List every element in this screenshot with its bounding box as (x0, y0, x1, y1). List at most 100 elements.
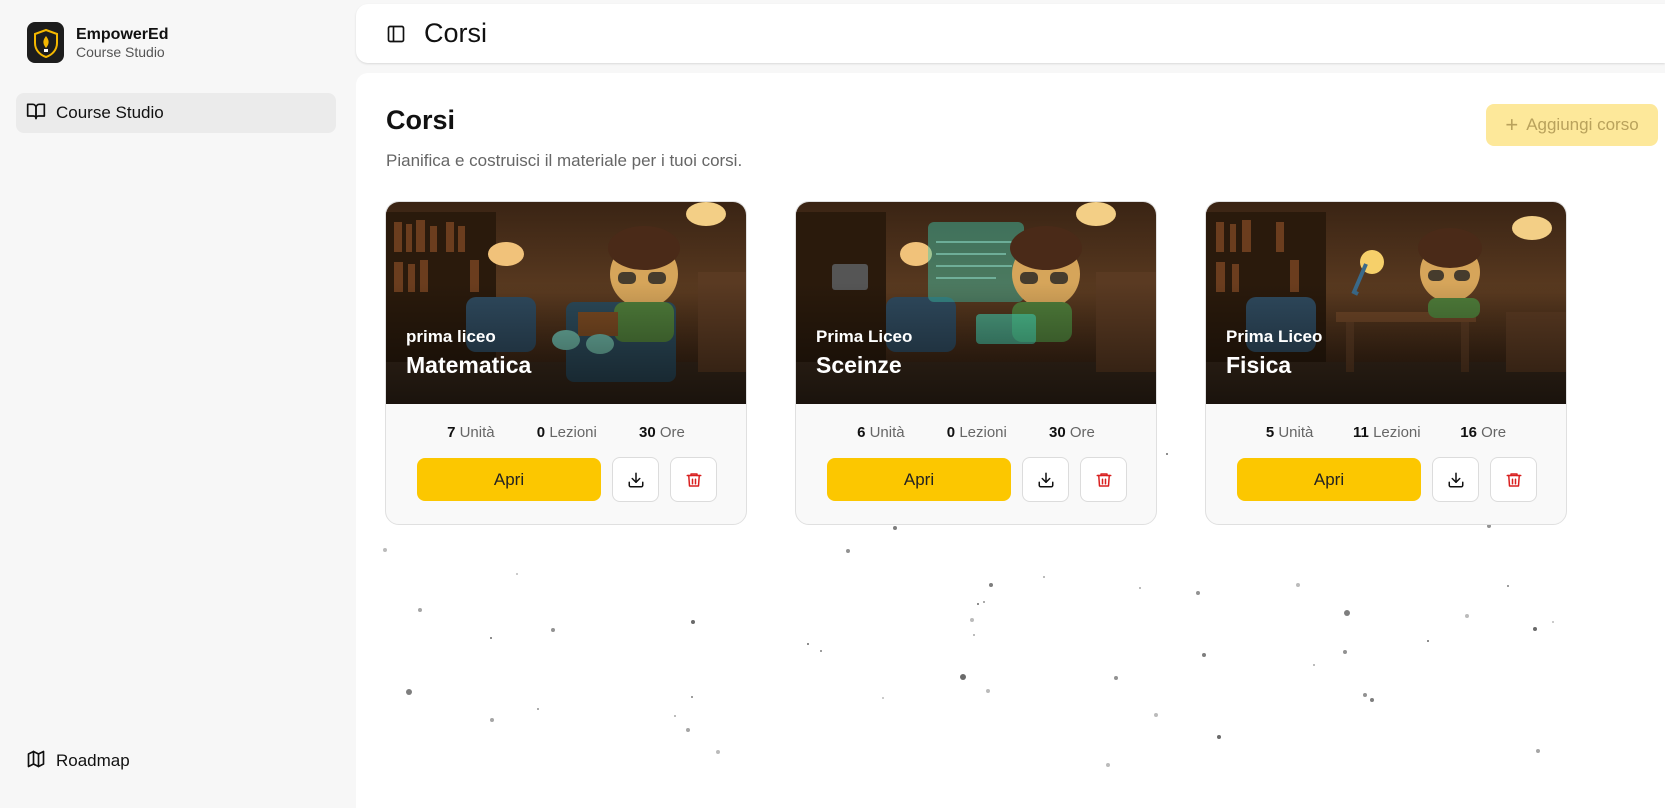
background-dot (1344, 610, 1350, 616)
background-dot (807, 643, 809, 645)
lessons-stat: 0 Lezioni (946, 424, 1007, 441)
course-stats: 5 Unità 11 Lezioni 16 Ore (1206, 424, 1566, 441)
background-dot (1043, 576, 1045, 578)
download-button[interactable] (1022, 457, 1069, 502)
background-dot (893, 526, 897, 530)
background-dot (1427, 640, 1429, 642)
hours-stat: 30 Ore (639, 424, 685, 441)
download-button[interactable] (612, 457, 659, 502)
open-course-button[interactable]: Apri (827, 458, 1011, 501)
background-dot (516, 573, 518, 575)
background-dot (716, 750, 720, 754)
delete-button[interactable] (1490, 457, 1537, 502)
open-course-button[interactable]: Apri (417, 458, 601, 501)
background-dot (970, 618, 974, 622)
background-dot (691, 620, 695, 624)
background-dot (960, 674, 966, 680)
course-image: Prima Liceo Sceinze (796, 202, 1156, 404)
background-dot (1139, 587, 1141, 589)
course-card: Prima Liceo Fisica 5 Unità 11 Lezioni 16… (1205, 201, 1567, 525)
background-dot (1465, 614, 1469, 618)
background-dot (977, 603, 979, 605)
sidebar-item-roadmap[interactable]: Roadmap (16, 741, 336, 781)
add-course-button[interactable]: + Aggiungi corso (1486, 104, 1658, 146)
plus-icon: + (1505, 112, 1519, 137)
course-card: prima liceo Matematica 7 Unità 0 Lezioni… (385, 201, 747, 525)
download-icon (628, 472, 643, 487)
trash-icon (1096, 472, 1111, 487)
logo-icon (27, 22, 64, 63)
brand-name: EmpowerEd (76, 25, 169, 43)
background-dot (983, 601, 985, 603)
course-stats: 7 Unità 0 Lezioni 30 Ore (386, 424, 746, 441)
sidebar-item-label: Course Studio (56, 103, 164, 122)
background-dot (846, 549, 850, 553)
course-subtitle: Prima Liceo (816, 327, 913, 346)
background-dot (1370, 698, 1374, 702)
background-dot (686, 728, 690, 732)
download-button[interactable] (1432, 457, 1479, 502)
units-stat: 5 Unità (1265, 424, 1314, 441)
sidebar-toggle-button[interactable] (384, 22, 408, 46)
background-dot (1106, 763, 1110, 767)
background-dot (1196, 591, 1200, 595)
delete-button[interactable] (670, 457, 717, 502)
sidebar: EmpowerEd Course Studio Course Studio Ro… (0, 0, 356, 808)
background-dot (537, 708, 539, 710)
top-header: Corsi (356, 4, 1665, 63)
background-dot (1296, 583, 1300, 587)
book-open-icon (26, 101, 46, 126)
background-dot (1202, 653, 1206, 657)
course-image: Prima Liceo Fisica (1206, 202, 1566, 404)
background-dot (490, 637, 492, 639)
units-stat: 7 Unità (447, 424, 495, 441)
course-title: Sceinze (816, 352, 902, 378)
units-stat: 6 Unità (857, 424, 905, 441)
hours-stat: 16 Ore (1460, 424, 1507, 441)
background-dot (1154, 713, 1158, 717)
course-subtitle: Prima Liceo (1226, 327, 1323, 346)
background-dot (674, 715, 676, 717)
course-subtitle: prima liceo (406, 327, 496, 346)
header-title: Corsi (424, 18, 488, 48)
add-course-label: Aggiungi corso (1526, 115, 1639, 134)
course-image: prima liceo Matematica (386, 202, 746, 404)
background-dot (691, 696, 693, 698)
background-dot (1363, 693, 1367, 697)
background-dot (1536, 749, 1540, 753)
background-dot (1507, 585, 1509, 587)
brand[interactable]: EmpowerEd Course Studio (27, 22, 168, 63)
panel-left-icon (387, 25, 405, 42)
brand-subtitle: Course Studio (76, 43, 165, 60)
background-dot (418, 608, 422, 612)
background-dot (1217, 735, 1221, 739)
background-dot (1552, 621, 1554, 623)
trash-icon (686, 472, 701, 487)
background-dot (1533, 627, 1537, 631)
main-content: Corsi Pianifica e costruisci il material… (356, 73, 1665, 808)
trash-icon (1506, 472, 1521, 487)
background-dot (882, 697, 884, 699)
background-dot (1313, 664, 1315, 666)
lessons-stat: 0 Lezioni (536, 424, 597, 441)
course-card: Prima Liceo Sceinze 6 Unità 0 Lezioni 30… (795, 201, 1157, 525)
background-dot (383, 548, 387, 552)
delete-button[interactable] (1080, 457, 1127, 502)
background-dot (973, 634, 975, 636)
background-dot (820, 650, 822, 652)
background-dot (1343, 650, 1347, 654)
background-dot (1166, 453, 1168, 455)
page-subtitle: Pianifica e costruisci il materiale per … (386, 151, 743, 170)
sidebar-item-course-studio[interactable]: Course Studio (16, 93, 336, 133)
course-stats: 6 Unità 0 Lezioni 30 Ore (796, 424, 1156, 441)
page-title: Corsi (386, 105, 456, 135)
background-dot (406, 689, 412, 695)
hours-stat: 30 Ore (1049, 424, 1095, 441)
course-title: Matematica (406, 352, 532, 378)
background-dot (551, 628, 555, 632)
background-dot (989, 583, 993, 587)
sidebar-item-label: Roadmap (56, 751, 130, 770)
background-dot (986, 689, 990, 693)
open-course-button[interactable]: Apri (1237, 458, 1421, 501)
lessons-stat: 11 Lezioni (1353, 424, 1421, 441)
